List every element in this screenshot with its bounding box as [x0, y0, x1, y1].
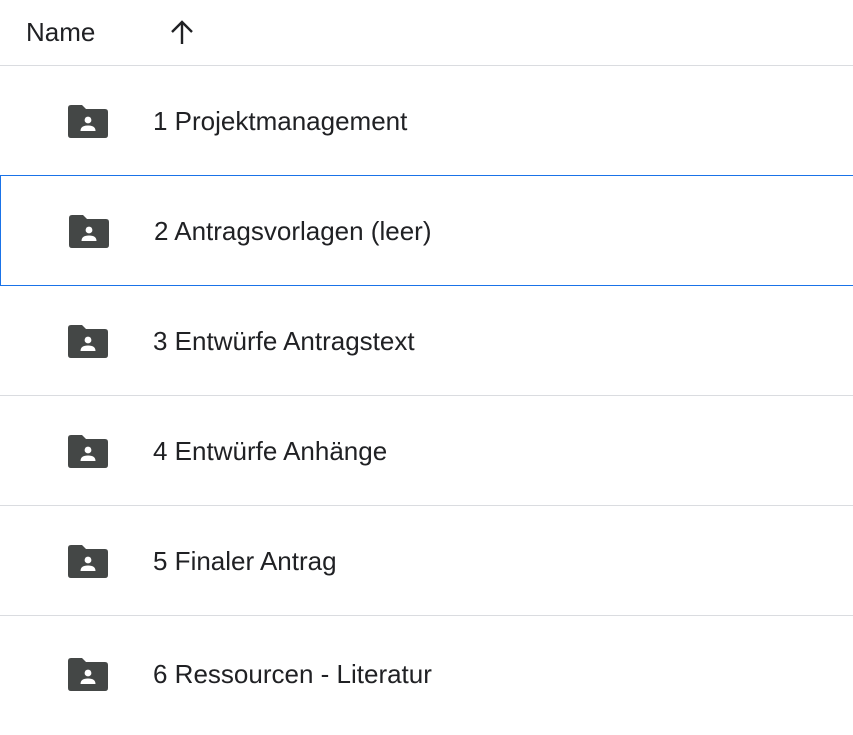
folder-row[interactable]: 3 Entwürfe Antragstext	[0, 286, 853, 396]
shared-folder-icon	[68, 657, 108, 691]
shared-folder-icon	[68, 434, 108, 468]
folder-name: 3 Entwürfe Antragstext	[153, 325, 415, 356]
name-column-header[interactable]: Name	[26, 16, 95, 48]
folder-name: 1 Projektmanagement	[153, 105, 408, 136]
folder-list: 1 Projektmanagement 2 Antragsvorlagen (l…	[0, 66, 853, 731]
folder-name: 6 Ressourcen - Literatur	[153, 658, 432, 689]
arrow-up-icon	[171, 20, 193, 44]
shared-folder-icon	[68, 544, 108, 578]
shared-folder-icon	[69, 214, 109, 248]
folder-row[interactable]: 6 Ressourcen - Literatur	[0, 616, 853, 731]
folder-row[interactable]: 1 Projektmanagement	[0, 66, 853, 176]
folder-row-selected[interactable]: 2 Antragsvorlagen (leer)	[0, 175, 853, 286]
column-header: Name	[0, 0, 853, 66]
shared-folder-icon	[68, 104, 108, 138]
folder-name: 5 Finaler Antrag	[153, 545, 337, 576]
folder-name: 2 Antragsvorlagen (leer)	[154, 215, 432, 246]
folder-row[interactable]: 4 Entwürfe Anhänge	[0, 396, 853, 506]
sort-ascending-button[interactable]	[164, 14, 200, 50]
folder-row[interactable]: 5 Finaler Antrag	[0, 506, 853, 616]
shared-folder-icon	[68, 324, 108, 358]
folder-name: 4 Entwürfe Anhänge	[153, 435, 388, 466]
